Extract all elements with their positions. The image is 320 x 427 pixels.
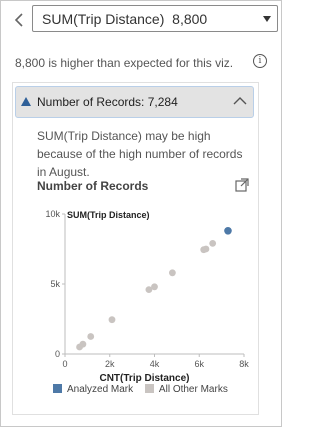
legend-swatch-other (144, 384, 154, 393)
legend-label-other: All Other Marks (158, 384, 228, 395)
other-mark-point (108, 316, 116, 324)
x-tick-label: 4k (150, 359, 160, 369)
measure-value: 8,800 (172, 11, 208, 27)
caret-down-icon (263, 16, 271, 22)
chevron-left-icon (14, 13, 23, 27)
other-mark-point (79, 340, 87, 348)
x-tick-label: 8k (239, 359, 249, 369)
legend-label-analyzed: Analyzed Mark (67, 384, 134, 395)
x-tick-label: 2k (105, 359, 115, 369)
analyzed-mark-point (224, 227, 232, 235)
x-tick-label: 0 (62, 359, 67, 369)
measure-dropdown[interactable]: SUM(Trip Distance) 8,800 (32, 5, 278, 32)
explain-data-pane: SUM(Trip Distance) 8,800 8,800 is higher… (0, 0, 282, 427)
other-mark-point (151, 283, 158, 291)
legend-swatch-analyzed (53, 384, 62, 393)
info-icon[interactable]: i (253, 54, 267, 68)
legend-item-analyzed: Analyzed Mark (53, 384, 133, 395)
measure-dropdown-label: SUM(Trip Distance) 8,800 (42, 11, 207, 27)
other-mark-point (209, 240, 217, 247)
measure-field-name: SUM(Trip Distance) (42, 11, 165, 27)
chart-legend: Analyzed Mark All Other Marks (53, 384, 237, 398)
y-tick-label: 5k (50, 279, 60, 289)
x-axis-label: CNT(Trip Distance) (99, 373, 189, 383)
back-button[interactable] (9, 9, 29, 31)
x-tick-label: 6k (194, 359, 204, 369)
other-mark-point (169, 269, 176, 277)
summary-row: 8,800 is higher than expected for this v… (15, 54, 273, 72)
y-axis-label: SUM(Trip Distance) (67, 210, 150, 220)
other-mark-point (202, 245, 210, 253)
summary-text: 8,800 is higher than expected for this v… (15, 56, 234, 70)
legend-item-other: All Other Marks (144, 384, 228, 395)
y-tick-label: 10k (45, 209, 60, 219)
explanation-panel: Number of Records: 7,284 SUM(Trip Distan… (12, 82, 259, 415)
other-mark-point (87, 333, 95, 340)
scatter-chart: 0 5k 10k 0 2k 4k 6k 8k SUM(Trip Distance) CNT(Tri… (45, 209, 249, 383)
y-tick-label: 0 (55, 349, 60, 359)
